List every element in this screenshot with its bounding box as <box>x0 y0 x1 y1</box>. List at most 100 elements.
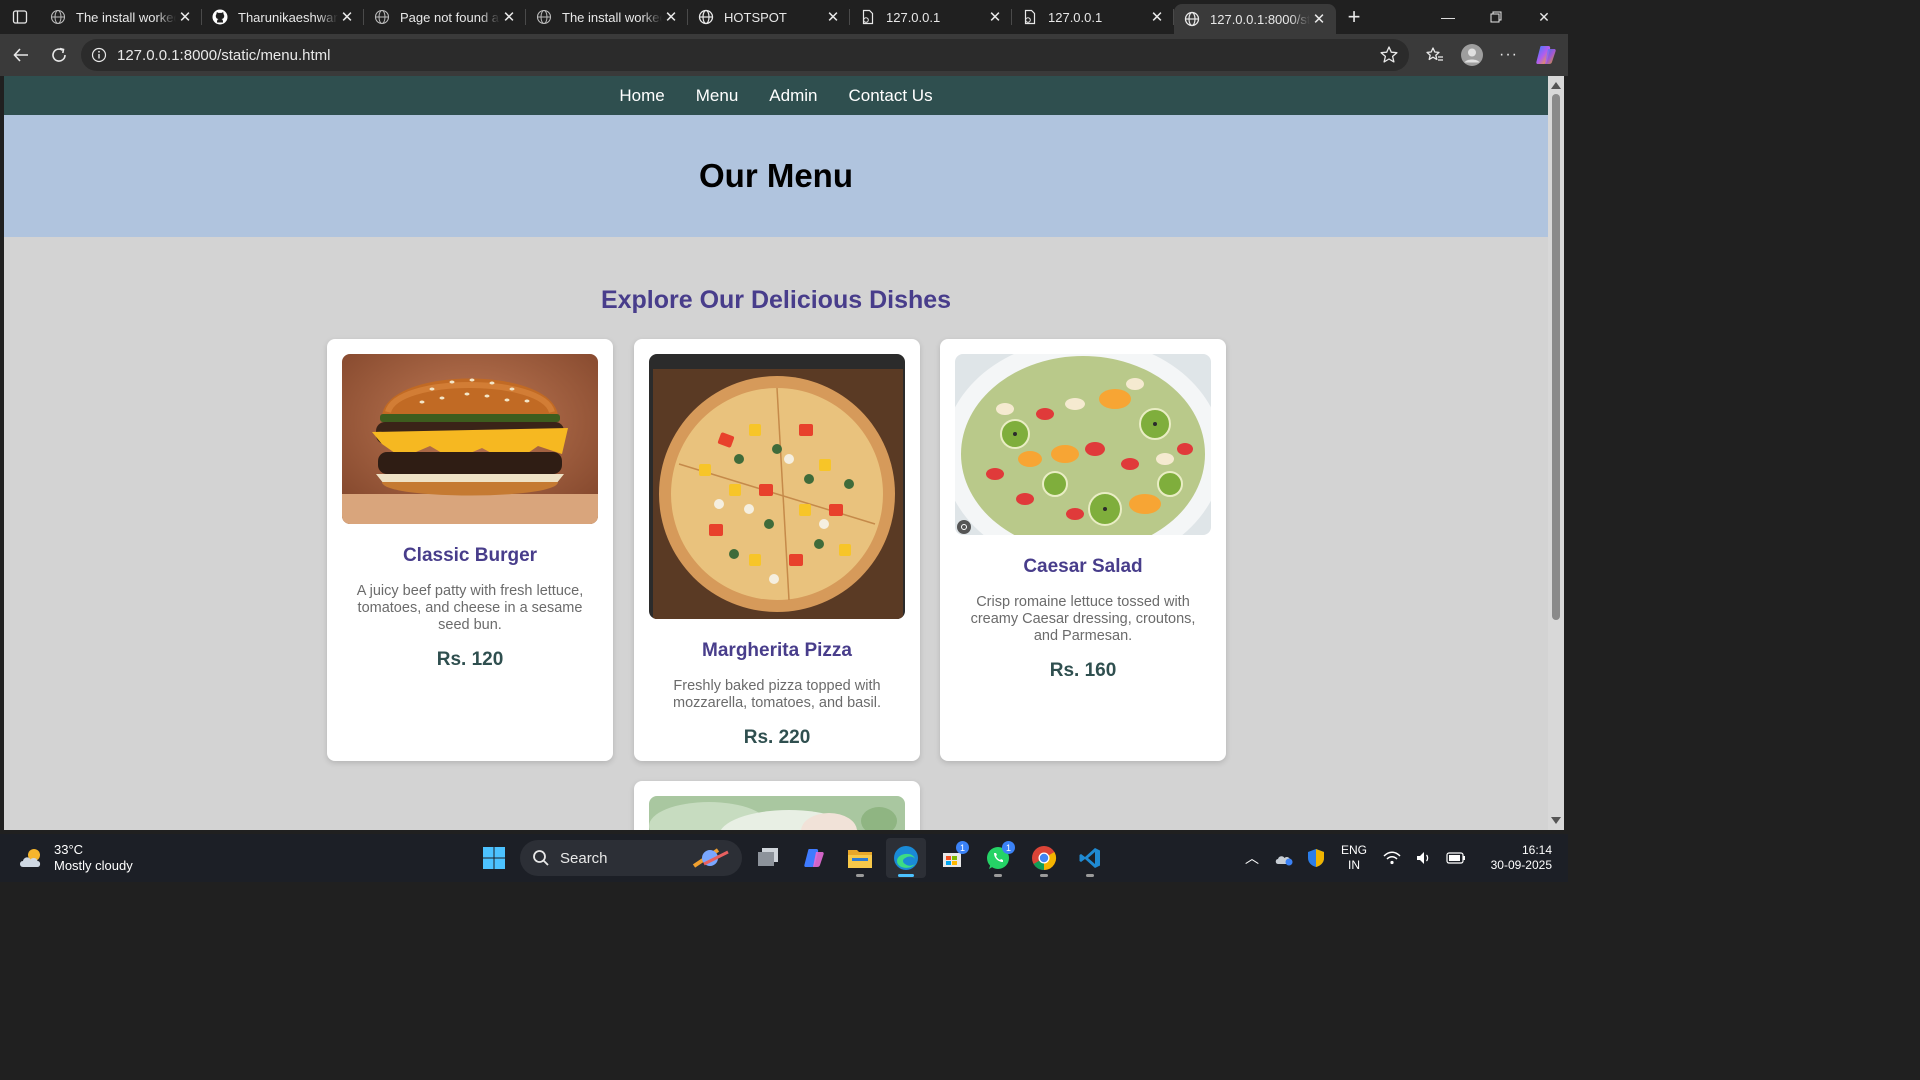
close-icon[interactable]: ✕ <box>1148 8 1166 26</box>
notification-badge: 1 <box>1002 841 1015 854</box>
browser-tab[interactable]: Tharunikaeshwaran ✕ <box>202 0 364 34</box>
show-hidden-icons-button[interactable]: ︿ <box>1236 838 1268 878</box>
globe-icon <box>536 9 552 25</box>
info-icon[interactable] <box>91 47 107 63</box>
back-button[interactable] <box>2 36 40 74</box>
dish-name: Classic Burger <box>402 545 538 566</box>
clock[interactable]: 16:14 30-09-2025 <box>1472 843 1552 873</box>
more-dots-icon: ··· <box>1499 46 1518 63</box>
dish-description: Crisp romaine lettuce tossed with creamy… <box>970 594 1196 644</box>
more-menu-button[interactable]: ··· <box>1490 37 1527 73</box>
start-button[interactable] <box>474 838 514 878</box>
close-icon: ✕ <box>1538 8 1550 25</box>
windows-taskbar: 33°C Mostly cloudy Search 1 1 ︿ ENG IN 1… <box>0 834 1568 882</box>
address-bar[interactable]: 127.0.0.1:8000/static/menu.html <box>81 39 1409 71</box>
nav-link-admin[interactable]: Admin <box>769 86 817 106</box>
copilot-app[interactable] <box>794 838 834 878</box>
tab-title: The install worked <box>562 9 662 25</box>
tab-actions-button[interactable] <box>0 0 40 34</box>
menu-card: Caesar Salad Crisp romaine lettuce tosse… <box>940 339 1226 761</box>
dish-description: Freshly baked pizza topped with mozzarel… <box>673 678 881 711</box>
wifi-button[interactable] <box>1376 838 1408 878</box>
site-nav: Home Menu Admin Contact Us <box>4 76 1548 115</box>
burger-image <box>342 354 598 524</box>
address-url[interactable]: 127.0.0.1:8000/static/menu.html <box>117 47 330 64</box>
volume-button[interactable] <box>1408 838 1440 878</box>
file-icon <box>860 9 876 25</box>
nav-link-home[interactable]: Home <box>619 86 664 106</box>
copilot-button[interactable] <box>1527 37 1564 73</box>
globe-icon <box>698 9 714 25</box>
running-indicator <box>898 874 914 877</box>
close-icon[interactable]: ✕ <box>338 8 356 26</box>
nav-link-menu[interactable]: Menu <box>696 86 739 106</box>
plus-icon: + <box>1347 4 1361 29</box>
edge-app[interactable] <box>886 838 926 878</box>
taskbar-search[interactable]: Search <box>520 840 742 876</box>
defender-tray-button[interactable] <box>1300 838 1332 878</box>
dish-price: Rs. 220 <box>743 727 811 748</box>
favorites-icon <box>1425 47 1443 61</box>
page-scrollbar[interactable] <box>1548 76 1564 830</box>
favorites-button[interactable] <box>1416 37 1453 73</box>
close-window-button[interactable]: ✕ <box>1520 0 1568 34</box>
browser-toolbar: 127.0.0.1:8000/static/menu.html ··· <box>0 34 1568 76</box>
nav-link-contact[interactable]: Contact Us <box>848 86 932 106</box>
whatsapp-app[interactable]: 1 <box>978 838 1018 878</box>
scrollbar-thumb[interactable] <box>1552 94 1560 620</box>
battery-button[interactable] <box>1440 838 1472 878</box>
task-view-button[interactable] <box>748 838 788 878</box>
scroll-up-icon[interactable] <box>1551 82 1561 89</box>
wifi-icon <box>1383 851 1401 865</box>
browser-tab[interactable]: The install worked ✕ <box>526 0 688 34</box>
dish-price: Rs. 160 <box>1049 660 1117 681</box>
weather-widget[interactable]: 33°C Mostly cloudy <box>18 842 133 874</box>
file-explorer-app[interactable] <box>840 838 880 878</box>
toolbar-right: ··· <box>1416 34 1568 76</box>
new-tab-button[interactable]: + <box>1336 0 1372 34</box>
dish-image <box>649 796 905 830</box>
reload-button[interactable] <box>40 36 78 74</box>
tab-title: 127.0.0.1:8000/static <box>1210 11 1310 27</box>
favorite-star-icon[interactable] <box>1379 45 1399 65</box>
running-indicator <box>1086 874 1094 877</box>
taskbar-apps: Search 1 1 <box>474 838 1110 878</box>
dish-description: A juicy beef patty with fresh lettuce, t… <box>356 583 584 633</box>
language-indicator[interactable]: ENG IN <box>1332 843 1376 873</box>
copilot-icon <box>804 849 824 867</box>
dish-name: Margherita Pizza <box>702 640 852 661</box>
browser-tab-active[interactable]: 127.0.0.1:8000/static ✕ <box>1174 4 1336 34</box>
restore-button[interactable] <box>1472 0 1520 34</box>
close-icon[interactable]: ✕ <box>500 8 518 26</box>
region-code: IN <box>1348 858 1360 872</box>
close-icon[interactable]: ✕ <box>176 8 194 26</box>
close-icon[interactable]: ✕ <box>1310 10 1328 28</box>
minimize-button[interactable]: — <box>1424 0 1472 34</box>
vscode-app[interactable] <box>1070 838 1110 878</box>
close-icon[interactable]: ✕ <box>824 8 842 26</box>
scroll-down-icon[interactable] <box>1551 817 1561 824</box>
close-icon[interactable]: ✕ <box>662 8 680 26</box>
browser-tab[interactable]: 127.0.0.1 ✕ <box>850 0 1012 34</box>
browser-tab[interactable]: The install worked ✕ <box>40 0 202 34</box>
browser-tab-strip: The install worked ✕ Tharunikaeshwaran ✕… <box>0 0 1568 34</box>
system-tray: ︿ ENG IN 16:14 30-09-2025 <box>1236 834 1568 882</box>
browser-tab[interactable]: 127.0.0.1 ✕ <box>1012 0 1174 34</box>
profile-button[interactable] <box>1453 37 1490 73</box>
menu-card: Classic Burger A juicy beef patty with f… <box>327 339 613 761</box>
chrome-app[interactable] <box>1024 838 1064 878</box>
browser-tab[interactable]: HOTSPOT ✕ <box>688 0 850 34</box>
ms-store-app[interactable]: 1 <box>932 838 972 878</box>
dish-name: Caesar Salad <box>1023 556 1143 577</box>
close-icon[interactable]: ✕ <box>986 8 1004 26</box>
dish-price: Rs. 120 <box>436 649 504 670</box>
reload-icon <box>52 47 66 62</box>
arrow-left-icon <box>13 48 28 62</box>
browser-tab[interactable]: Page not found at ✕ <box>364 0 526 34</box>
onedrive-tray-button[interactable] <box>1268 838 1300 878</box>
search-label: Search <box>560 849 608 867</box>
window-controls: — ✕ <box>1424 0 1568 34</box>
lens-icon[interactable] <box>957 520 971 534</box>
cloud-icon <box>1275 856 1293 866</box>
running-indicator <box>994 874 1002 877</box>
